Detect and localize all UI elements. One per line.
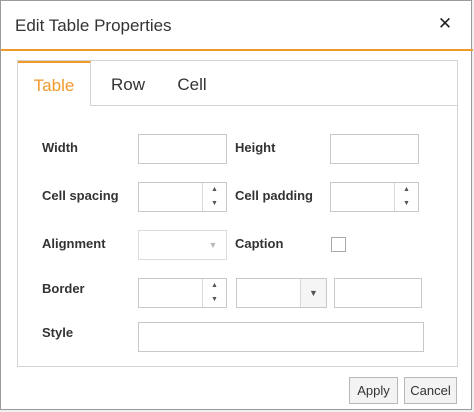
spin-down-icon[interactable]: ▼ (203, 197, 226, 211)
spin-up-icon[interactable]: ▲ (203, 279, 226, 293)
cell-spacing-numeric[interactable]: ▲ ▼ (138, 182, 227, 212)
tab-row[interactable]: Row (103, 61, 153, 106)
alignment-dropdown[interactable]: ▼ (138, 230, 227, 260)
cell-padding-label: Cell padding (235, 188, 313, 203)
height-label: Height (235, 140, 276, 155)
dialog-titlebar: Edit Table Properties ✕ (1, 1, 473, 51)
tab-strip: Table Row Cell (18, 61, 457, 106)
width-input[interactable] (138, 134, 227, 164)
cancel-button[interactable]: Cancel (404, 377, 457, 404)
caption-label: Caption (235, 236, 284, 251)
alignment-label: Alignment (42, 236, 106, 251)
border-width-spinner: ▲ ▼ (202, 279, 226, 307)
chevron-down-icon: ▼ (208, 240, 218, 250)
style-input[interactable] (138, 322, 424, 352)
caption-checkbox[interactable] (331, 237, 346, 252)
border-width-numeric[interactable]: ▲ ▼ (138, 278, 227, 308)
chevron-down-icon[interactable]: ▼ (300, 279, 326, 307)
spin-up-icon[interactable]: ▲ (203, 183, 226, 197)
height-input[interactable] (330, 134, 419, 164)
tab-divider (91, 105, 457, 106)
tab-cell[interactable]: Cell (170, 61, 214, 106)
spin-up-icon[interactable]: ▲ (395, 183, 418, 197)
apply-button[interactable]: Apply (349, 377, 398, 404)
close-icon[interactable]: ✕ (437, 15, 453, 33)
spin-down-icon[interactable]: ▼ (203, 293, 226, 307)
tab-panel: Table Row Cell (17, 60, 458, 367)
width-label: Width (42, 140, 78, 155)
border-style-dropdown[interactable]: ▼ (236, 278, 327, 308)
border-color-picker[interactable] (334, 278, 422, 308)
border-label: Border (42, 281, 85, 296)
style-label: Style (42, 325, 74, 340)
cell-spacing-label: Cell spacing (42, 188, 119, 203)
cell-padding-spinner: ▲ ▼ (394, 183, 418, 211)
dialog-title: Edit Table Properties (15, 16, 172, 35)
edit-table-properties-dialog: Edit Table Properties ✕ Table Row Cell W… (0, 0, 473, 410)
cell-padding-numeric[interactable]: ▲ ▼ (330, 182, 419, 212)
tab-table[interactable]: Table (18, 61, 91, 106)
spin-down-icon[interactable]: ▼ (395, 197, 418, 211)
cell-spacing-spinner: ▲ ▼ (202, 183, 226, 211)
